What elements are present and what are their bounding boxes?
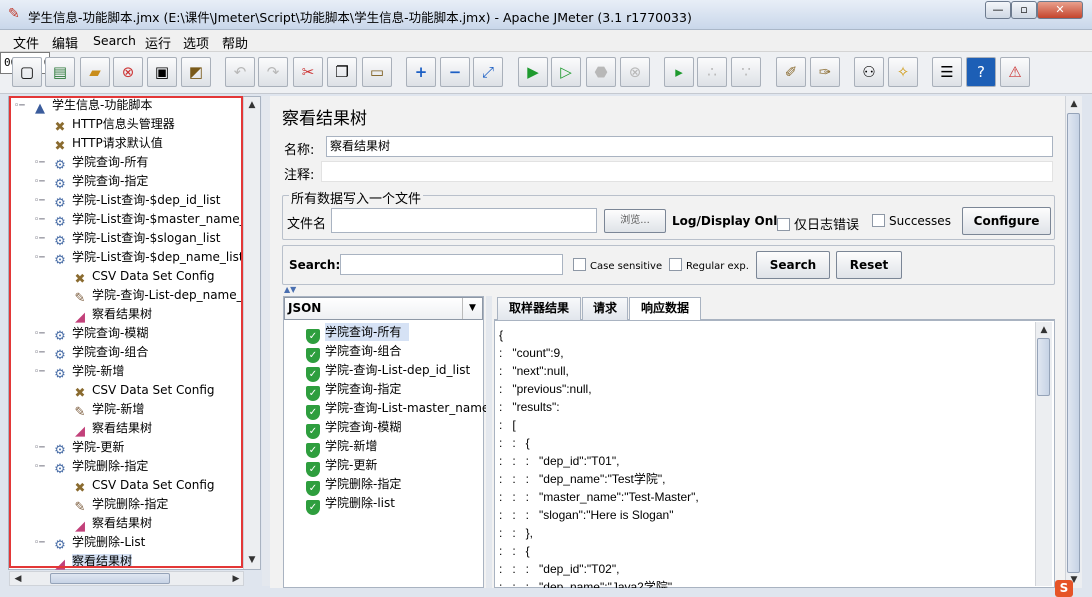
scroll-up-arrow-icon[interactable]: ▲ <box>1066 96 1082 112</box>
json-line: : : { <box>499 436 530 450</box>
json-line: : : : "master_name":"Test-Master", <box>499 490 699 504</box>
json-line: : : : "dep_name":"Java2学院", <box>499 580 676 588</box>
sogou-ime-badge: S <box>1055 580 1073 597</box>
json-line: : : : "slogan":"Here is Slogan" <box>499 508 674 522</box>
main-scroll-thumb[interactable] <box>1067 113 1080 573</box>
json-line: : : { <box>499 544 530 558</box>
json-line: : : }, <box>499 526 534 540</box>
selection-annotation-box <box>9 96 243 568</box>
json-line: : : : "dep_id":"T01", <box>499 454 620 468</box>
json-line: { <box>499 328 504 342</box>
json-line: : : : "dep_name":"Test学院", <box>499 472 666 486</box>
json-line: : "results": <box>499 400 560 414</box>
response-scroll-thumb[interactable] <box>1037 338 1050 396</box>
json-line: : : : "dep_id":"T02", <box>499 562 620 576</box>
json-line: : [ <box>499 418 516 432</box>
scroll-up-arrow-icon[interactable]: ▲ <box>1036 322 1052 338</box>
json-line: : "previous":null, <box>499 382 592 396</box>
json-line: : "next":null, <box>499 364 569 378</box>
close-window-button[interactable]: ✕ <box>1037 1 1083 19</box>
json-line: : "count":9, <box>499 346 564 360</box>
